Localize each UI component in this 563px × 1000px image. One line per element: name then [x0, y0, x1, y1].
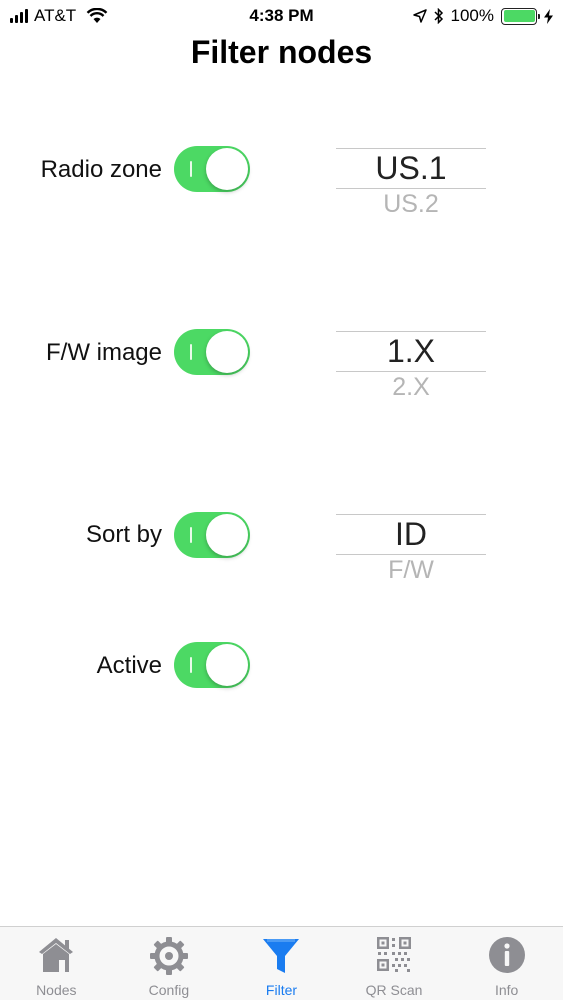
- bluetooth-icon: [433, 8, 443, 24]
- picker-selected-value: 1.X: [386, 333, 436, 369]
- info-icon: [488, 937, 525, 973]
- tab-filter[interactable]: Filter: [225, 927, 338, 1000]
- picker-next-value: 2.X: [392, 373, 430, 401]
- fw-image-picker[interactable]: 1.X 2.X: [336, 331, 486, 411]
- sort-by-label: Sort by: [85, 521, 162, 548]
- qr-code-icon: [377, 937, 412, 972]
- sort-by-picker[interactable]: ID F/W: [336, 514, 486, 594]
- fw-image-toggle[interactable]: [174, 329, 250, 375]
- tab-nodes[interactable]: Nodes: [0, 927, 113, 1000]
- house-icon: [39, 938, 74, 972]
- page-title: Filter nodes: [190, 34, 373, 70]
- tab-label: Nodes: [36, 982, 77, 998]
- radio-zone-picker[interactable]: US.1 US.2: [336, 148, 486, 228]
- funnel-icon: [263, 939, 300, 973]
- picker-next-value: F/W: [388, 556, 434, 584]
- picker-selected-value: US.1: [375, 150, 447, 186]
- picker-selected-value: ID: [395, 516, 427, 552]
- battery-icon: [501, 7, 540, 25]
- active-toggle[interactable]: [174, 642, 250, 688]
- status-bar: AT&T 4:38 PM 100%: [0, 0, 563, 32]
- status-right: 100%: [412, 6, 553, 26]
- radio-zone-toggle[interactable]: [174, 146, 250, 192]
- tab-bar: Nodes Config Filter QR Scan Info: [0, 926, 563, 1000]
- radio-zone-label: Radio zone: [40, 156, 162, 183]
- tab-label: Filter: [265, 982, 298, 998]
- tab-qr-scan[interactable]: QR Scan: [338, 927, 451, 1000]
- sort-by-toggle[interactable]: [174, 512, 250, 558]
- battery-percent: 100%: [450, 6, 494, 25]
- location-arrow-icon: [412, 9, 427, 23]
- active-label: Active: [96, 652, 162, 679]
- tab-label: QR Scan: [365, 982, 423, 998]
- charging-bolt-icon: [544, 8, 553, 24]
- tab-label: Info: [494, 982, 519, 998]
- fw-image-label: F/W image: [45, 339, 162, 366]
- gear-icon: [149, 937, 188, 975]
- tab-label: Config: [148, 982, 190, 998]
- tab-info[interactable]: Info: [450, 927, 563, 1000]
- picker-next-value: US.2: [383, 190, 439, 218]
- tab-config[interactable]: Config: [113, 927, 226, 1000]
